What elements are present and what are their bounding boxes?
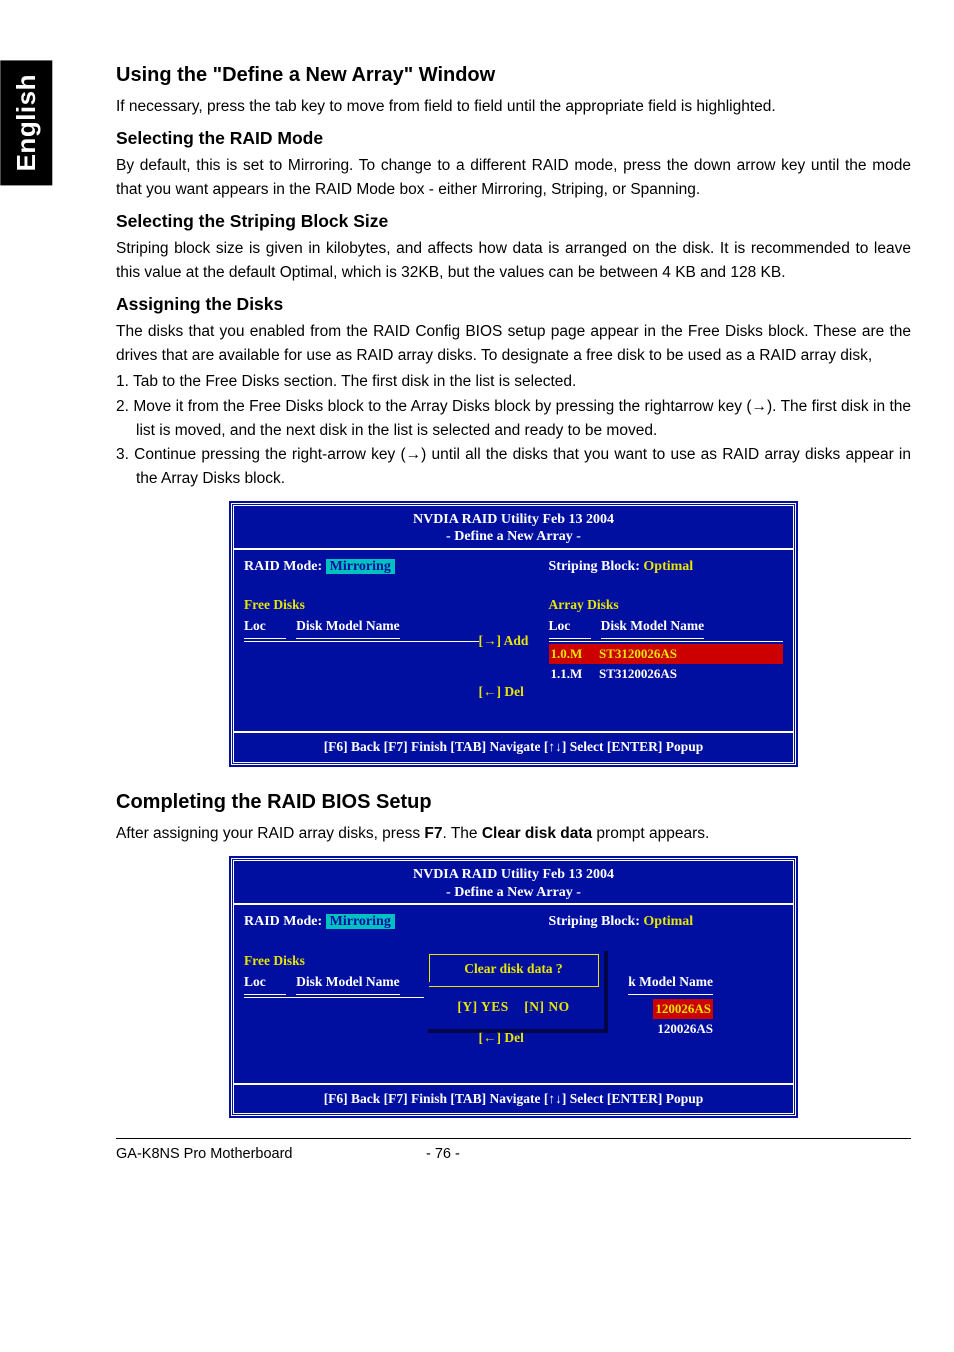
raid-mode-label: RAID Mode: [244,914,322,929]
paragraph: By default, this is set to Mirroring. To… [116,154,911,202]
disk-row[interactable]: 120026AS [655,1019,713,1039]
clear-disk-popup: Clear disk data ? [Y] YES [N] NO [424,947,604,1029]
model-header: Disk Model Name [601,616,705,639]
loc-header: Loc [244,972,286,993]
disk-row-selected[interactable]: 1.0.M ST3120026AS [549,644,784,664]
striping-block-value[interactable]: Optimal [643,559,693,574]
del-button[interactable]: [←] Del [479,1028,524,1049]
model-header-obscured: k Model Name [628,972,713,995]
free-disks-list[interactable] [244,997,444,1077]
footer-page-number: - 76 - [426,1143,916,1165]
raid-mode-label: RAID Mode: [244,559,322,574]
array-disks-list[interactable]: 1.0.M ST3120026AS 1.1.M ST3120026AS [549,641,784,721]
paragraph: The disks that you enabled from the RAID… [116,320,911,368]
striping-block-label: Striping Block: [549,914,640,929]
heading-assigning-disks: Assigning the Disks [116,291,911,318]
heading-striping-block: Selecting the Striping Block Size [116,208,911,235]
popup-title: Clear disk data ? [429,954,598,982]
step-3: 3. Continue pressing the right-arrow key… [116,443,911,491]
raid-subtitle: - Define a New Array - [234,528,793,546]
loc-header: Loc [549,616,591,637]
raid-footer-hints: [F6] Back [F7] Finish [TAB] Navigate [↑↓… [234,731,793,762]
model-header: Disk Model Name [296,616,400,639]
raid-mode-value[interactable]: Mirroring [326,559,395,574]
heading-completing-setup: Completing the RAID BIOS Setup [116,787,911,818]
disk-row[interactable]: 1.1.M ST3120026AS [549,664,784,684]
popup-yes-button[interactable]: [Y] YES [457,999,508,1014]
heading-using-window: Using the "Define a New Array" Window [116,60,911,91]
free-disks-heading: Free Disks [244,595,479,616]
footer-product: GA-K8NS Pro Motherboard [116,1143,426,1165]
paragraph: If necessary, press the tab key to move … [116,95,911,119]
language-tab: English [0,60,52,185]
paragraph: Striping block size is given in kilobyte… [116,237,911,285]
raid-title: NVDIA RAID Utility Feb 13 2004 [234,866,793,884]
raid-utility-screenshot-2: NVDIA RAID Utility Feb 13 2004 - Define … [231,858,796,1116]
raid-mode-value[interactable]: Mirroring [326,914,395,929]
disk-row-selected[interactable]: 120026AS [653,999,713,1019]
raid-utility-screenshot-1: NVDIA RAID Utility Feb 13 2004 - Define … [231,503,796,765]
add-button[interactable]: [→] Add [479,631,529,652]
free-disks-list[interactable] [244,641,479,721]
model-header: Disk Model Name [296,972,400,995]
loc-header: Loc [244,616,286,637]
striping-block-value[interactable]: Optimal [643,914,693,929]
array-disks-heading: Array Disks [549,595,784,616]
step-1: 1. Tab to the Free Disks section. The fi… [116,370,911,394]
heading-raid-mode: Selecting the RAID Mode [116,125,911,152]
striping-block-label: Striping Block: [549,559,640,574]
raid-subtitle: - Define a New Array - [234,884,793,902]
raid-title: NVDIA RAID Utility Feb 13 2004 [234,511,793,529]
raid-footer-hints: [F6] Back [F7] Finish [TAB] Navigate [↑↓… [234,1083,793,1114]
footer-divider [116,1138,911,1139]
del-button[interactable]: [←] Del [479,682,524,703]
popup-no-button[interactable]: [N] NO [524,999,569,1014]
paragraph: After assigning your RAID array disks, p… [116,822,911,846]
step-2: 2. Move it from the Free Disks block to … [116,395,911,443]
